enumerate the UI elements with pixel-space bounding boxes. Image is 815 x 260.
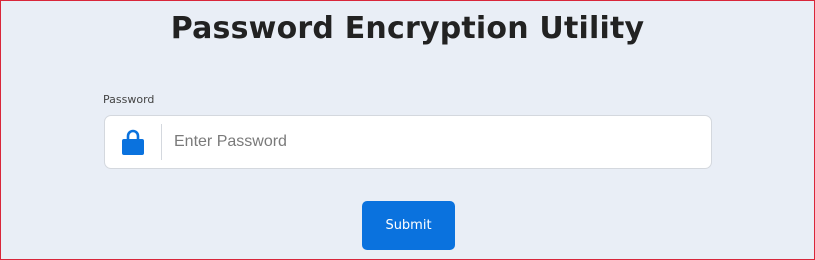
password-input[interactable] <box>162 116 711 168</box>
password-input-group <box>104 115 712 169</box>
page-frame: Password Encryption Utility Password Sub… <box>0 0 815 260</box>
lock-icon <box>105 124 162 160</box>
page-title: Password Encryption Utility <box>170 11 645 46</box>
password-label: Password <box>103 93 155 106</box>
submit-button[interactable]: Submit <box>362 201 455 250</box>
